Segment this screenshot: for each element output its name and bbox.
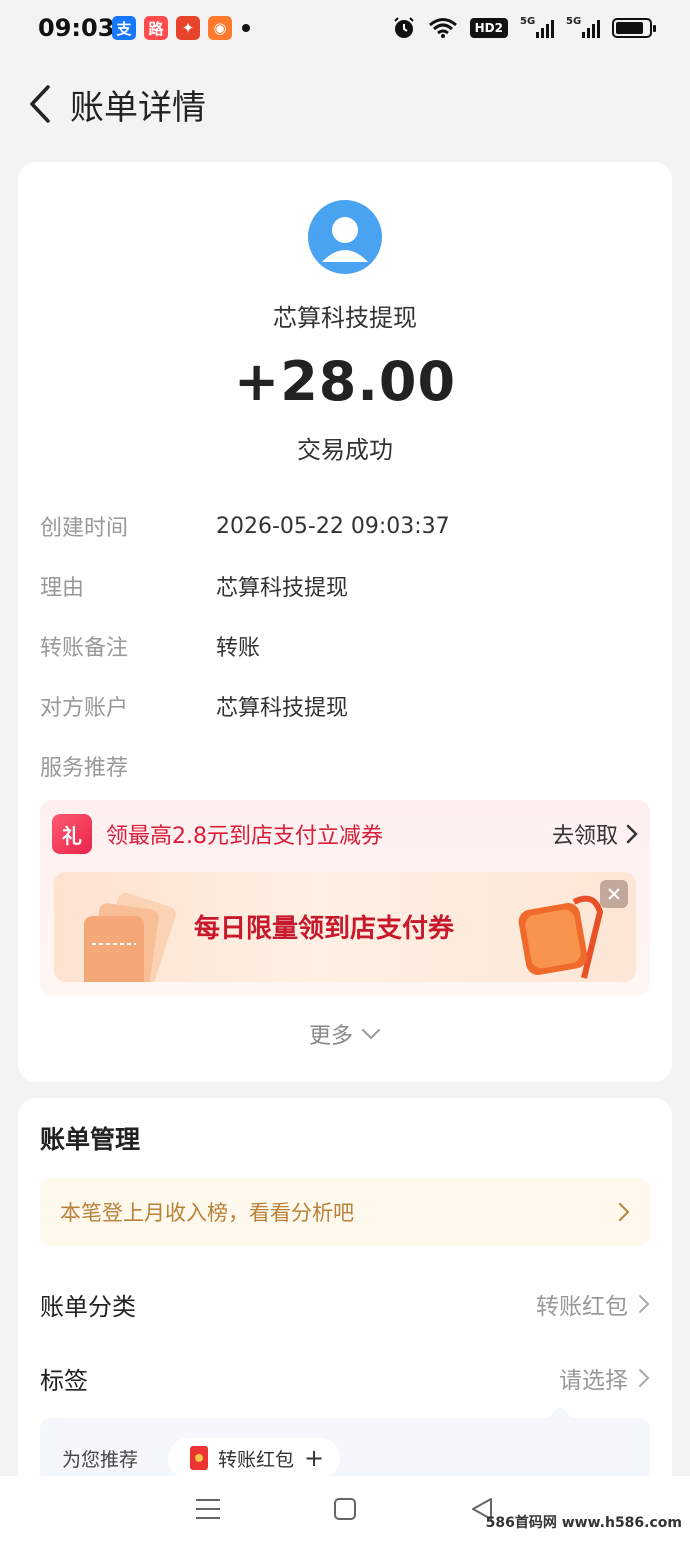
income-analysis-banner[interactable]: 本笔登上月收入榜，看看分析吧 bbox=[40, 1178, 650, 1246]
bill-management-card: 账单管理 本笔登上月收入榜，看看分析吧 账单分类 转账红包 标签 请选择 为您推… bbox=[18, 1098, 672, 1498]
recommend-tag-label: 转账红包 bbox=[218, 1448, 295, 1471]
detail-row-counterparty: 对方账户 芯算科技提现 bbox=[40, 686, 348, 726]
battery-icon bbox=[612, 18, 656, 38]
merchant-name: 芯算科技提现 bbox=[273, 304, 417, 332]
user-icon bbox=[322, 217, 368, 262]
plus-icon: + bbox=[304, 1444, 325, 1472]
more-button[interactable]: 更多 bbox=[18, 1018, 672, 1050]
promo-title: 领最高2.8元到店支付立减券 bbox=[106, 824, 383, 849]
bill-category-label: 账单分类 bbox=[40, 1292, 136, 1321]
signal-icon-1: 5G bbox=[520, 16, 554, 38]
hd-voice-badge: HD2 bbox=[469, 18, 508, 38]
coupon-ticket-icon bbox=[84, 892, 176, 982]
tag-label: 标签 bbox=[40, 1366, 88, 1395]
detail-value[interactable]: 芯算科技提现 bbox=[216, 690, 348, 722]
section-title: 账单管理 bbox=[40, 1125, 141, 1154]
game-app-icon: ✦ bbox=[176, 16, 200, 40]
transaction-status: 交易成功 bbox=[297, 436, 393, 464]
detail-row-remark: 转账备注 转账 bbox=[40, 626, 260, 666]
chevron-right-icon bbox=[639, 1369, 650, 1387]
detail-label: 创建时间 bbox=[40, 516, 129, 541]
recommend-tag-chip[interactable]: 转账红包 + bbox=[168, 1438, 341, 1478]
detail-value: 2026-05-22 09:03:37 bbox=[216, 513, 450, 539]
menu-button[interactable] bbox=[188, 1489, 228, 1529]
system-nav-bar bbox=[0, 1476, 690, 1542]
home-square-icon bbox=[333, 1498, 356, 1520]
shopping-app-icon: ◉ bbox=[208, 16, 232, 40]
more-label: 更多 bbox=[308, 1024, 353, 1049]
detail-row-service: 服务推荐 bbox=[40, 746, 216, 786]
detail-label: 理由 bbox=[40, 576, 85, 601]
recommend-pointer bbox=[548, 1406, 572, 1418]
battery-level bbox=[616, 22, 644, 34]
watermark: 586首码网 www.h586.com bbox=[485, 1515, 682, 1531]
signal-icon-2: 5G bbox=[566, 16, 600, 38]
alarm-icon bbox=[393, 17, 414, 38]
bill-category-row[interactable]: 账单分类 转账红包 bbox=[40, 1282, 650, 1326]
tag-row[interactable]: 标签 请选择 bbox=[40, 1356, 650, 1400]
wallet-coupon-icon bbox=[518, 895, 604, 979]
wifi-icon bbox=[428, 18, 457, 38]
transaction-card: 芯算科技提现 +28.00 交易成功 创建时间 2026-05-22 09:03… bbox=[18, 162, 672, 1082]
status-time: 09:03 bbox=[38, 14, 115, 42]
transaction-amount: +28.00 bbox=[233, 350, 457, 413]
status-bar: 09:03 支 路 ✦ ◉ HD2 5G 5G bbox=[0, 0, 690, 56]
analysis-text: 本笔登上月收入榜，看看分析吧 bbox=[60, 1201, 354, 1225]
nav-bar: 账单详情 bbox=[0, 68, 690, 140]
alipay-app-icon: 支 bbox=[112, 16, 136, 40]
tag-select: 请选择 bbox=[559, 1361, 650, 1395]
avatar bbox=[308, 200, 382, 274]
promo-banner-text: 每日限量领到店支付券 bbox=[194, 914, 455, 944]
notification-dot-icon bbox=[242, 24, 250, 32]
chevron-down-icon bbox=[362, 1029, 380, 1040]
detail-label: 服务推荐 bbox=[40, 756, 129, 781]
map-app-icon: 路 bbox=[144, 16, 168, 40]
back-chevron-icon[interactable] bbox=[10, 68, 70, 140]
page-title: 账单详情 bbox=[70, 87, 206, 128]
detail-label: 对方账户 bbox=[40, 696, 129, 721]
detail-value: 芯算科技提现 bbox=[216, 576, 349, 601]
promo-banner[interactable]: 每日限量领到店支付券 bbox=[54, 872, 636, 982]
menu-icon bbox=[196, 1499, 221, 1519]
home-button[interactable] bbox=[325, 1489, 365, 1529]
red-envelope-icon bbox=[190, 1446, 209, 1470]
promo-header[interactable]: 礼 领最高2.8元到店支付立减券 去领取 bbox=[52, 814, 638, 854]
chevron-right-icon bbox=[619, 1203, 630, 1221]
promo-card[interactable]: 礼 领最高2.8元到店支付立减券 去领取 每日限量领到店支付券 bbox=[40, 800, 650, 996]
banner-close-button[interactable] bbox=[600, 880, 628, 908]
claim-link-label: 去领取 bbox=[551, 824, 618, 849]
detail-row-created-time: 创建时间 2026-05-22 09:03:37 bbox=[40, 506, 450, 546]
status-app-icons: 支 路 ✦ ◉ bbox=[112, 16, 232, 40]
detail-label: 转账备注 bbox=[40, 636, 129, 661]
status-indicators: HD2 5G 5G bbox=[392, 16, 656, 40]
detail-row-reason: 理由 芯算科技提现 bbox=[40, 566, 348, 606]
bill-category-value: 转账红包 bbox=[536, 1287, 650, 1321]
close-icon bbox=[608, 888, 620, 900]
chevron-right-icon bbox=[639, 1295, 650, 1313]
detail-value: 转账 bbox=[216, 636, 261, 661]
recommend-label: 为您推荐 bbox=[62, 1448, 139, 1471]
gift-icon: 礼 bbox=[52, 814, 92, 854]
claim-link[interactable]: 去领取 bbox=[552, 818, 638, 850]
chevron-right-icon bbox=[626, 824, 638, 844]
